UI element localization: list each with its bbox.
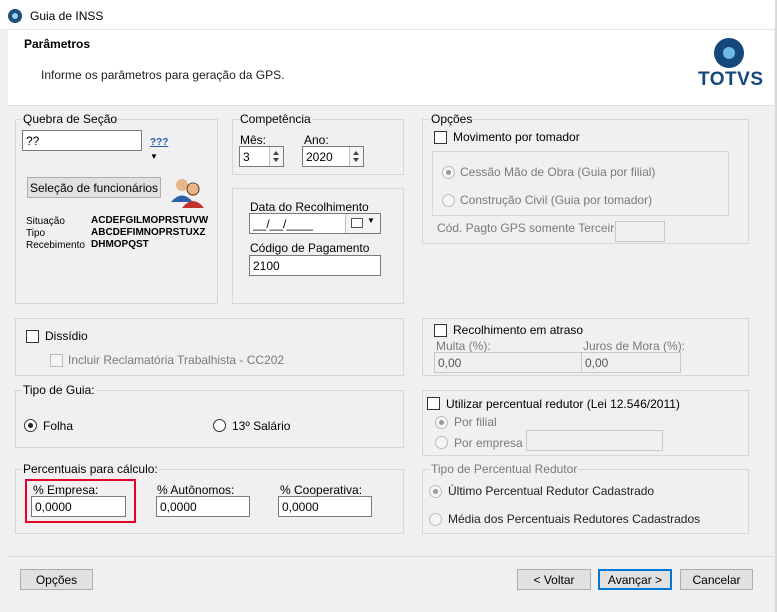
dissidio-group [15,318,404,376]
empresa-input[interactable] [31,496,126,517]
tipo-label: Tipo [26,228,46,239]
chevron-down-icon: ▼ [150,152,158,161]
chevron-down-icon: ▼ [367,216,375,225]
ano-spinner[interactable] [349,147,363,166]
cancelar-button[interactable]: Cancelar [680,569,753,590]
situacao-label: Situação [26,216,65,227]
percentuais-label: Percentuais para cálculo: [22,462,159,476]
ultimo-percentual-label: Último Percentual Redutor Cadastrado [448,484,655,498]
ultimo-percentual-radio[interactable] [429,485,442,498]
salario13-radio[interactable] [213,419,226,432]
dissidio-checkbox[interactable] [26,330,39,343]
media-percentuais-label: Média dos Percentuais Redutores Cadastra… [448,512,701,526]
dissidio-label: Dissídio [45,329,88,343]
construcao-radio[interactable] [442,194,455,207]
cod-pagto-input[interactable] [615,221,665,242]
movimento-tomador-label: Movimento por tomador [453,130,580,144]
codigo-pagamento-input[interactable] [249,255,381,276]
por-empresa-input[interactable] [526,430,663,451]
autonomos-label: % Autônomos: [157,483,235,497]
construcao-label: Construção Civil (Guia por tomador) [460,193,653,207]
avancar-button[interactable]: Avançar > [598,569,672,590]
selecao-funcionarios-button[interactable]: Seleção de funcionários [27,177,161,198]
multa-label: Multa (%): [436,339,491,353]
por-filial-label: Por filial [454,415,497,429]
cessao-label: Cessão Mão de Obra (Guia por filial) [460,165,656,179]
media-percentuais-radio[interactable] [429,513,442,526]
codigo-pagamento-label: Código de Pagamento [250,241,370,255]
salario13-label: 13º Salário [232,419,291,433]
redutor-checkbox[interactable] [427,397,440,410]
lookup-icon-text: ??? [150,137,169,148]
voltar-button[interactable]: < Voltar [517,569,591,590]
ano-label: Ano: [304,133,329,147]
situacao-value: ACDEFGILMOPRSTUVW [91,215,209,226]
recebimento-label: Recebimento [26,240,85,251]
por-empresa-label: Por empresa [454,436,523,450]
por-filial-radio[interactable] [435,416,448,429]
data-recolhimento-label: Data do Recolhimento [250,200,369,214]
quebra-lookup-icon[interactable]: ??? ▼ [150,134,176,161]
logo-text: TOTVS [698,69,764,90]
cod-pagto-label: Cód. Pagto GPS somente Terceiros: [437,221,631,235]
movimento-tomador-checkbox[interactable] [434,131,447,144]
empresa-label: % Empresa: [33,483,99,497]
redutor-label: Utilizar percentual redutor (Lei 12.546/… [446,397,680,411]
cessao-radio[interactable] [442,166,455,179]
window-title: Guia de INSS [30,9,104,23]
users-icon [170,176,206,210]
tipo-guia-group [15,390,404,448]
calendar-icon [351,218,363,228]
folha-radio[interactable] [24,419,37,432]
quebra-input[interactable] [22,130,142,151]
totvs-logo-icon [714,38,744,68]
opcoes-label: Opções [430,112,474,126]
atraso-checkbox[interactable] [434,324,447,337]
tipo-guia-label: Tipo de Guia: [22,383,96,397]
page-subtitle: Informe os parâmetros para geração da GP… [41,68,285,82]
mes-spinner[interactable] [269,147,283,166]
por-empresa-radio[interactable] [435,436,448,449]
juros-input[interactable] [581,352,681,373]
atraso-label: Recolhimento em atraso [453,323,584,337]
folha-label: Folha [43,419,74,433]
mes-label: Mês: [240,133,267,147]
autonomos-input[interactable] [156,496,250,517]
totvs-logo: TOTVS [698,38,764,94]
competencia-label: Competência [239,112,312,126]
title-bar: Guia de INSS [0,0,777,30]
tipo-value: ABCDEFIMNOPRSTUXZ [91,227,206,238]
cooperativa-input[interactable] [278,496,372,517]
quebra-label: Quebra de Seção [22,112,119,126]
multa-input[interactable] [434,352,584,373]
incluir-reclamatoria-checkbox[interactable] [50,354,63,367]
recebimento-value: DHMOPQST [91,239,149,250]
app-icon [8,9,22,23]
incluir-reclamatoria-label: Incluir Reclamatória Trabalhista - CC202 [68,353,285,367]
cooperativa-label: % Cooperativa: [280,483,363,497]
tipo-redutor-label: Tipo de Percentual Redutor [430,462,579,476]
juros-label: Juros de Mora (%): [583,339,686,353]
opcoes-button[interactable]: Opções [20,569,93,590]
page-title: Parâmetros [24,37,91,51]
date-picker-button[interactable]: ▼ [345,214,380,233]
